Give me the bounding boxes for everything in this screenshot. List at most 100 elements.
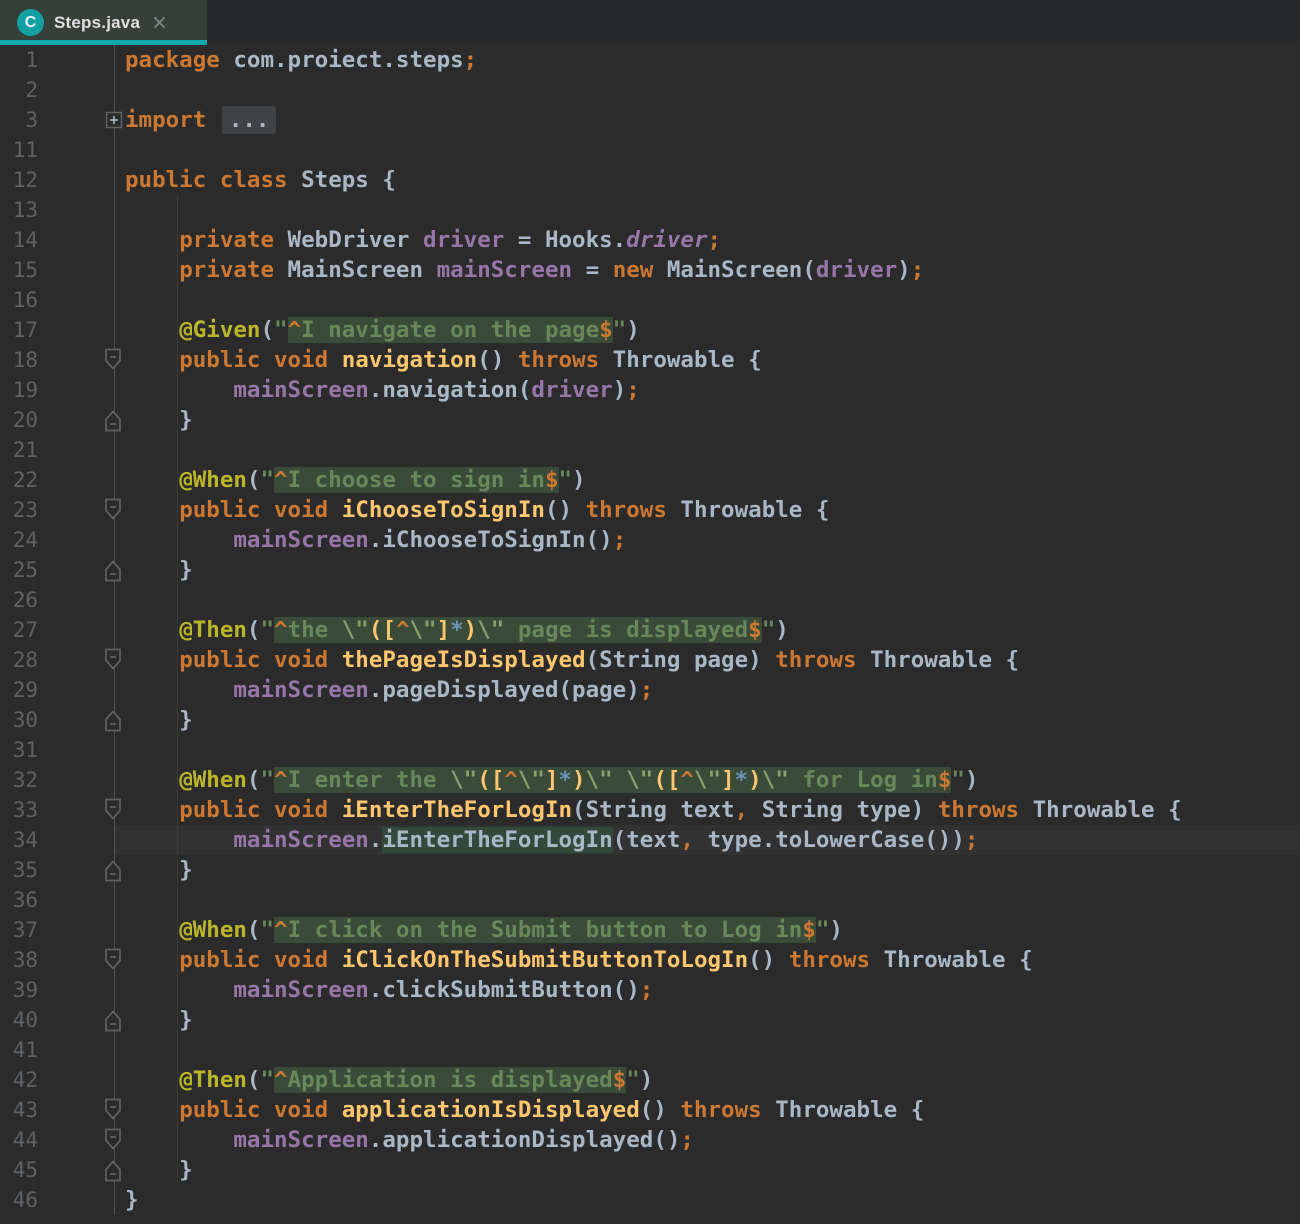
code-line[interactable]: }	[115, 705, 1300, 735]
gutter-cell[interactable]: 39	[0, 975, 115, 1005]
gutter-cell[interactable]: 3	[0, 105, 115, 135]
gutter-cell[interactable]: 12	[0, 165, 115, 195]
code-line[interactable]: @When("^I enter the \"([^\"]*)\" \"([^\"…	[115, 765, 1300, 795]
gutter-cell[interactable]: 2	[0, 75, 115, 105]
gutter-cell[interactable]: 42	[0, 1065, 115, 1095]
code-line[interactable]: @Then("^Application is displayed$")	[115, 1065, 1300, 1095]
code-line[interactable]: public void iClickOnTheSubmitButtonToLog…	[115, 945, 1300, 975]
gutter-cell[interactable]: 29	[0, 675, 115, 705]
code-line[interactable]: }	[115, 405, 1300, 435]
fold-collapsed-icon[interactable]	[105, 111, 123, 129]
code-line[interactable]: public void iEnterTheForLogIn(String tex…	[115, 795, 1300, 825]
code-line[interactable]: }	[115, 555, 1300, 585]
code-line[interactable]: public class Steps {	[115, 165, 1300, 195]
code-line[interactable]: private WebDriver driver = Hooks.driver;	[115, 225, 1300, 255]
code-token: }	[125, 1007, 193, 1033]
code-line[interactable]	[115, 135, 1300, 165]
gutter-cell[interactable]: 25	[0, 555, 115, 585]
gutter-cell[interactable]: 30	[0, 705, 115, 735]
code-line[interactable]: mainScreen.iChooseToSignIn();	[115, 525, 1300, 555]
gutter-cell[interactable]: 34	[0, 825, 115, 855]
fold-start-icon[interactable]	[103, 348, 123, 372]
gutter-cell[interactable]: 38	[0, 945, 115, 975]
gutter-cell[interactable]: 44	[0, 1125, 115, 1155]
gutter-cell[interactable]: 16	[0, 285, 115, 315]
code-line[interactable]: }	[115, 1185, 1300, 1215]
tab-steps-java[interactable]: C Steps.java ×	[0, 0, 207, 45]
fold-end-icon[interactable]	[103, 708, 123, 732]
code-line[interactable]: public void thePageIsDisplayed(String pa…	[115, 645, 1300, 675]
fold-end-icon[interactable]	[103, 558, 123, 582]
code-line[interactable]: public void navigation() throws Throwabl…	[115, 345, 1300, 375]
code-line[interactable]: }	[115, 855, 1300, 885]
fold-start-icon[interactable]	[103, 1128, 123, 1152]
fold-start-icon[interactable]	[103, 648, 123, 672]
gutter-cell[interactable]: 14	[0, 225, 115, 255]
fold-end-icon[interactable]	[103, 1008, 123, 1032]
code-token: ^	[680, 767, 694, 793]
gutter-cell[interactable]: 40	[0, 1005, 115, 1035]
fold-start-icon[interactable]	[103, 1098, 123, 1122]
fold-end-icon[interactable]	[103, 858, 123, 882]
gutter-cell[interactable]: 45	[0, 1155, 115, 1185]
gutter-cell[interactable]: 13	[0, 195, 115, 225]
code-line[interactable]: package com.proiect.steps;	[115, 45, 1300, 75]
code-token: iClickOnTheSubmitButtonToLogIn	[342, 947, 748, 973]
fold-start-icon[interactable]	[103, 798, 123, 822]
code-line[interactable]	[115, 1035, 1300, 1065]
code-line[interactable]: mainScreen.iEnterTheForLogIn(text, type.…	[115, 825, 1300, 855]
fold-end-icon[interactable]	[103, 1158, 123, 1182]
gutter-cell[interactable]: 15	[0, 255, 115, 285]
gutter-cell[interactable]: 22	[0, 465, 115, 495]
code-line[interactable]	[115, 885, 1300, 915]
gutter-cell[interactable]: 1	[0, 45, 115, 75]
code-line[interactable]: }	[115, 1155, 1300, 1185]
gutter-cell[interactable]: 37	[0, 915, 115, 945]
fold-start-icon[interactable]	[103, 948, 123, 972]
fold-start-icon[interactable]	[103, 498, 123, 522]
code-line[interactable]	[115, 435, 1300, 465]
gutter-cell[interactable]: 19	[0, 375, 115, 405]
gutter-cell[interactable]: 24	[0, 525, 115, 555]
gutter-cell[interactable]: 20	[0, 405, 115, 435]
code-line[interactable]	[115, 735, 1300, 765]
code-line[interactable]: mainScreen.pageDisplayed(page);	[115, 675, 1300, 705]
code-line[interactable]: @Given("^I navigate on the page$")	[115, 315, 1300, 345]
gutter-cell[interactable]: 41	[0, 1035, 115, 1065]
code-line[interactable]: public void applicationIsDisplayed() thr…	[115, 1095, 1300, 1125]
gutter-cell[interactable]: 46	[0, 1185, 115, 1215]
gutter-cell[interactable]: 31	[0, 735, 115, 765]
code-line[interactable]: @Then("^the \"([^\"]*)\" page is display…	[115, 615, 1300, 645]
code-line[interactable]: public void iChooseToSignIn() throws Thr…	[115, 495, 1300, 525]
gutter-cell[interactable]: 28	[0, 645, 115, 675]
code-line[interactable]: private MainScreen mainScreen = new Main…	[115, 255, 1300, 285]
gutter-cell[interactable]: 17	[0, 315, 115, 345]
gutter-cell[interactable]: 36	[0, 885, 115, 915]
gutter-cell[interactable]: 18	[0, 345, 115, 375]
code-token: Throwable {	[870, 947, 1033, 973]
code-line[interactable]: mainScreen.applicationDisplayed();	[115, 1125, 1300, 1155]
gutter-cell[interactable]: 32	[0, 765, 115, 795]
code-line[interactable]: @When("^I click on the Submit button to …	[115, 915, 1300, 945]
gutter-cell[interactable]: 11	[0, 135, 115, 165]
gutter-cell[interactable]: 23	[0, 495, 115, 525]
code-line[interactable]: import ...	[115, 105, 1300, 135]
code-editor[interactable]: 1package com.proiect.steps;23import ...1…	[0, 45, 1300, 1224]
gutter-cell[interactable]: 35	[0, 855, 115, 885]
fold-end-icon[interactable]	[103, 408, 123, 432]
close-tab-icon[interactable]: ×	[151, 12, 168, 32]
code-line[interactable]: mainScreen.clickSubmitButton();	[115, 975, 1300, 1005]
gutter-cell[interactable]: 21	[0, 435, 115, 465]
code-line[interactable]	[115, 195, 1300, 225]
line-number: 24	[0, 525, 38, 555]
code-line[interactable]	[115, 75, 1300, 105]
code-line[interactable]: @When("^I choose to sign in$")	[115, 465, 1300, 495]
code-line[interactable]: mainScreen.navigation(driver);	[115, 375, 1300, 405]
gutter-cell[interactable]: 43	[0, 1095, 115, 1125]
gutter-cell[interactable]: 27	[0, 615, 115, 645]
code-line[interactable]: }	[115, 1005, 1300, 1035]
gutter-cell[interactable]: 26	[0, 585, 115, 615]
code-line[interactable]	[115, 285, 1300, 315]
gutter-cell[interactable]: 33	[0, 795, 115, 825]
code-line[interactable]	[115, 585, 1300, 615]
